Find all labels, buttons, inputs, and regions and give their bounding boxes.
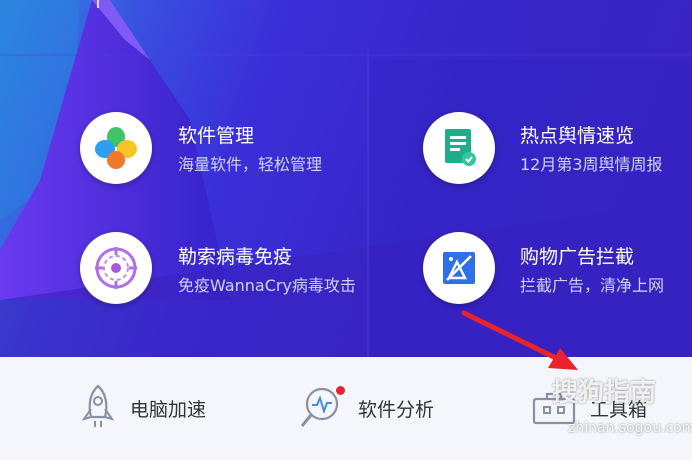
watermark-url: zhinan.sogou.com [568,420,692,436]
watermark-brand: 搜狗指南 [552,378,657,408]
